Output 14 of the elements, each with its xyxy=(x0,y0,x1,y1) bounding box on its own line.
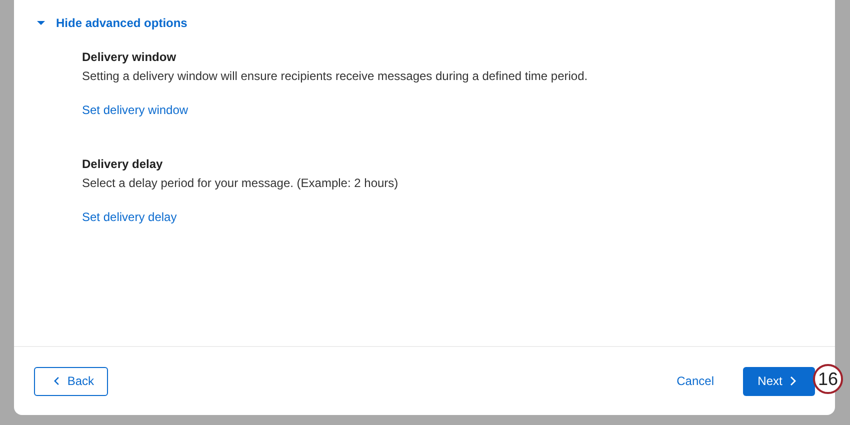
section-title: Delivery delay xyxy=(82,157,164,171)
set-link[interactable]: Set delivery window xyxy=(82,103,188,117)
chevron-left-icon xyxy=(54,376,60,386)
cancel-button[interactable]: Cancel xyxy=(668,366,722,396)
caret-icon xyxy=(37,19,45,27)
next-button[interactable]: Next xyxy=(743,366,815,396)
chevron-right-icon xyxy=(790,376,796,386)
section-title: Delivery window xyxy=(82,50,178,64)
step-number-badge: 16 xyxy=(813,364,843,394)
section-description: Select a delay period for your message. (Example: 2 hours) xyxy=(82,176,400,190)
set-link[interactable]: Set delivery delay xyxy=(82,210,177,224)
advanced-options-toggle[interactable]: Hide advanced options xyxy=(37,16,188,30)
section-description: Setting a delivery window will ensure recipients receive messages during a defined time period. xyxy=(82,69,589,83)
back-button[interactable]: Back xyxy=(34,366,108,396)
